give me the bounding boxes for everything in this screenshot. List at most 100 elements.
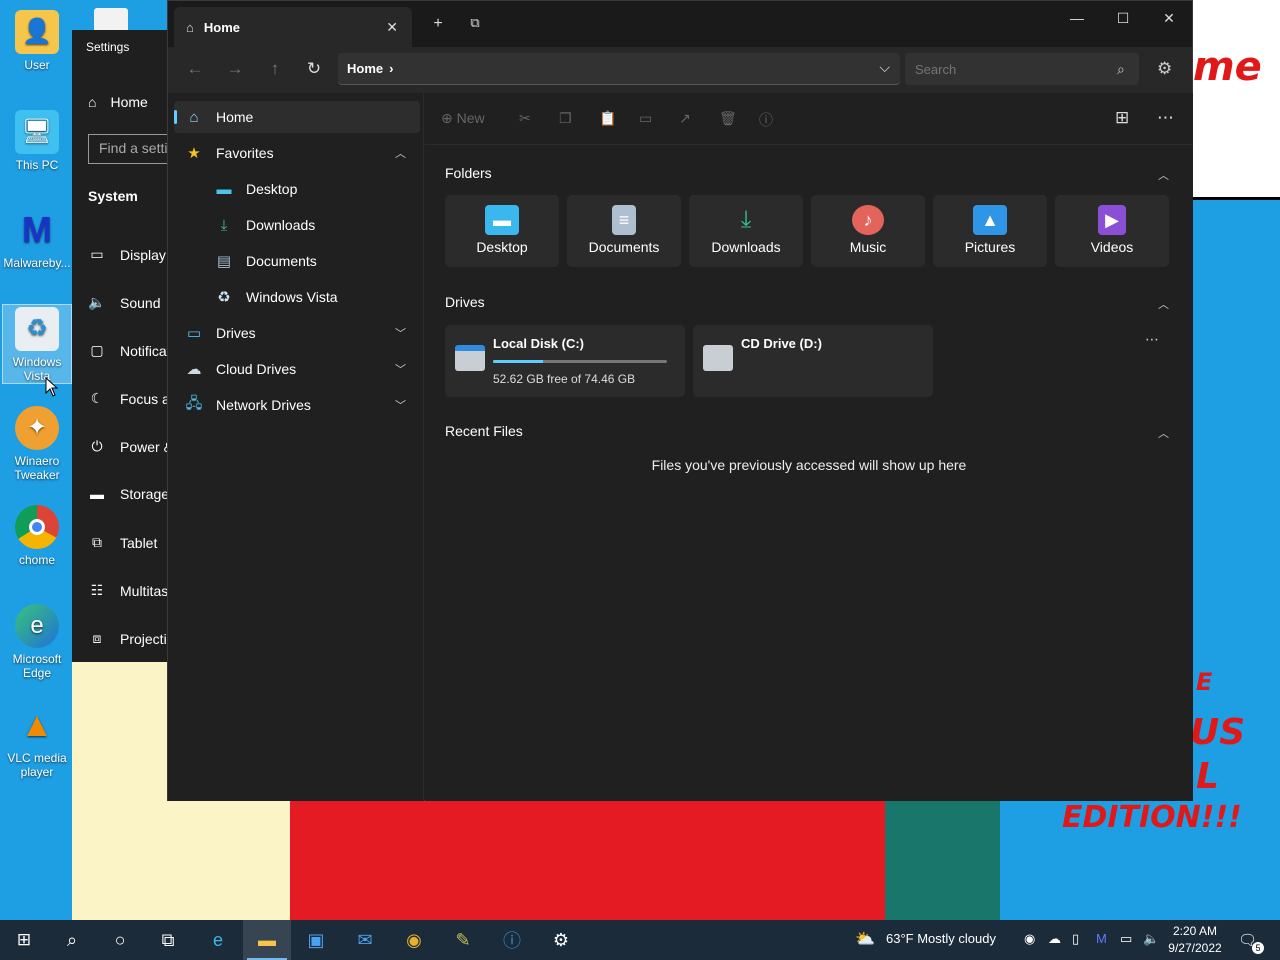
- gear-icon[interactable]: ⚙: [1157, 59, 1172, 79]
- sidebar-item-home[interactable]: ⌂ Home: [174, 101, 420, 133]
- malwarebytes-tray-icon[interactable]: M: [1096, 931, 1107, 946]
- taskbar-files[interactable]: ▬: [243, 920, 291, 960]
- cut-icon[interactable]: ✂: [519, 110, 531, 127]
- drive-card-d[interactable]: CD Drive (D:): [693, 325, 933, 397]
- volume-icon[interactable]: 🔈: [1143, 931, 1159, 947]
- desktop-file-icon[interactable]: [94, 8, 128, 30]
- settings-item-sound[interactable]: 🔈 Sound: [88, 294, 160, 311]
- tab-actions-button[interactable]: ⧉: [465, 15, 485, 31]
- desktop-icon-this-pc[interactable]: 🖥 This PC: [2, 110, 72, 172]
- refresh-button[interactable]: ↻: [303, 59, 325, 79]
- desktop-icon-label: Malwareby...: [3, 256, 71, 270]
- chevron-up-icon[interactable]: ︿: [1158, 425, 1169, 441]
- desktop-icon-vlc[interactable]: ▲ VLC media player: [2, 703, 72, 779]
- taskbar-store[interactable]: ▣: [292, 920, 340, 960]
- search-button[interactable]: ⌕: [48, 920, 96, 960]
- taskbar-app[interactable]: ✎: [439, 920, 487, 960]
- sidebar-item-drives[interactable]: ▭ Drives ﹀: [174, 317, 420, 349]
- chevron-down-icon[interactable]: ﹀: [395, 325, 406, 341]
- tab-home[interactable]: ⌂ Home ✕: [174, 7, 412, 47]
- more-options-icon[interactable]: ⋯: [1157, 108, 1174, 128]
- chevron-up-icon[interactable]: ︿: [1158, 167, 1169, 183]
- desktop-icon-windows-vista[interactable]: ♻ Windows Vista: [2, 304, 72, 384]
- desktop-icon-chrome[interactable]: chome: [2, 505, 72, 567]
- notification-count-badge: 5: [1252, 942, 1264, 954]
- title-bar[interactable]: ⌂ Home ✕ + ⧉ — ☐ ✕: [168, 1, 1192, 47]
- search-icon[interactable]: ⌕: [1117, 61, 1125, 78]
- desktop-icon-edge[interactable]: e Microsoft Edge: [2, 604, 72, 680]
- maximize-button[interactable]: ☐: [1100, 7, 1146, 31]
- sidebar-item-favorites[interactable]: ★ Favorites ︿: [174, 137, 420, 169]
- folder-card-videos[interactable]: ▶ Videos: [1055, 195, 1169, 267]
- breadcrumb-home[interactable]: Home: [347, 61, 383, 76]
- sidebar-item-network-drives[interactable]: 🖧 Network Drives ﹀: [174, 389, 420, 421]
- settings-item-storage[interactable]: ▬ Storage: [88, 486, 169, 502]
- up-button[interactable]: ↑: [264, 59, 286, 79]
- close-window-button[interactable]: ✕: [1146, 7, 1192, 31]
- cloud-off-icon[interactable]: ☁: [1048, 931, 1061, 947]
- chevron-down-icon[interactable]: ﹀: [395, 397, 406, 413]
- sidebar-item-documents[interactable]: ▤ Documents: [174, 245, 420, 277]
- back-button[interactable]: ←: [184, 59, 206, 79]
- drive-icon: ▭: [186, 325, 202, 342]
- folder-card-downloads[interactable]: ⤓ Downloads: [689, 195, 803, 267]
- folder-card-pictures[interactable]: ▲ Pictures: [933, 195, 1047, 267]
- wallpaper-text: US: [1190, 712, 1246, 753]
- start-button[interactable]: ⊞: [0, 920, 48, 960]
- new-button[interactable]: ⊕ New: [441, 110, 485, 127]
- sidebar-item-cloud-drives[interactable]: ☁ Cloud Drives ﹀: [174, 353, 420, 385]
- task-view-button[interactable]: ⧉: [144, 920, 192, 960]
- taskbar-settings[interactable]: ⚙: [537, 920, 585, 960]
- sidebar-item-windows-vista[interactable]: ♻ Windows Vista: [174, 281, 420, 313]
- new-tab-button[interactable]: +: [428, 15, 448, 33]
- chevron-up-icon[interactable]: ︿: [395, 145, 406, 161]
- share-icon[interactable]: ↗: [679, 110, 691, 127]
- copy-icon[interactable]: ❐: [559, 110, 572, 127]
- settings-home-link[interactable]: ⌂ Home: [88, 94, 148, 110]
- layout-icon[interactable]: ⊞: [1115, 108, 1129, 128]
- taskbar-info-app[interactable]: ⓘ: [488, 920, 536, 960]
- taskbar-chrome[interactable]: ◉: [390, 920, 438, 960]
- taskbar: ⊞ ⌕ ○ ⧉ e ▬ ▣ ✉ ◉ ✎ ⓘ ⚙ ⛅ 63°F Mostly cl…: [0, 920, 1280, 960]
- this-pc-icon: 🖥: [15, 110, 59, 154]
- settings-home-label: Home: [110, 94, 148, 110]
- drive-card-c[interactable]: Local Disk (C:) 52.62 GB free of 74.46 G…: [445, 325, 685, 397]
- desktop-icon-user[interactable]: 👤 User: [2, 10, 72, 72]
- weather-text[interactable]: 63°F Mostly cloudy: [886, 931, 996, 946]
- weather-icon[interactable]: ⛅: [855, 929, 875, 949]
- taskbar-mail[interactable]: ✉: [341, 920, 389, 960]
- home-icon: ⌂: [186, 19, 194, 35]
- desktop-icon-malwarebytes[interactable]: M Malwareby...: [2, 208, 72, 271]
- folder-label: Music: [849, 239, 887, 255]
- settings-item-tablet[interactable]: ⧉ Tablet: [88, 534, 157, 551]
- battery-icon[interactable]: ▯: [1072, 931, 1079, 947]
- delete-icon[interactable]: 🗑: [719, 110, 737, 127]
- clock[interactable]: 2:20 AM 9/27/2022: [1166, 923, 1224, 957]
- address-bar[interactable]: Home › ⌵: [338, 53, 900, 85]
- sidebar-item-downloads[interactable]: ⤓ Downloads: [174, 209, 420, 241]
- folder-card-desktop[interactable]: ▬ Desktop: [445, 195, 559, 267]
- paste-icon[interactable]: 📋: [599, 110, 616, 127]
- properties-icon[interactable]: ⓘ: [759, 110, 773, 130]
- chevron-down-icon[interactable]: ﹀: [395, 361, 406, 377]
- cortana-button[interactable]: ○: [96, 920, 144, 960]
- close-tab-icon[interactable]: ✕: [386, 19, 398, 36]
- forward-button[interactable]: →: [224, 59, 246, 79]
- taskbar-edge[interactable]: e: [194, 920, 242, 960]
- folder-label: Videos: [1090, 239, 1134, 255]
- chevron-up-icon[interactable]: ︿: [1158, 296, 1169, 312]
- folder-card-music[interactable]: ♪ Music: [811, 195, 925, 267]
- rename-icon[interactable]: ▭: [639, 110, 652, 127]
- sidebar-item-label: Windows Vista: [246, 289, 338, 305]
- desktop-icon-winaero[interactable]: ✦ Winaero Tweaker: [2, 406, 72, 482]
- network-icon[interactable]: ▭: [1120, 931, 1132, 947]
- settings-item-display[interactable]: ▭ Display: [88, 246, 166, 263]
- folder-card-documents[interactable]: ≡ Documents: [567, 195, 681, 267]
- search-input[interactable]: [905, 53, 1139, 85]
- drives-more-icon[interactable]: ⋯: [1145, 331, 1159, 348]
- sidebar-item-desktop[interactable]: ▬ Desktop: [174, 173, 420, 205]
- record-icon[interactable]: ◉: [1024, 931, 1035, 947]
- new-button-label: New: [456, 110, 485, 126]
- chevron-down-icon[interactable]: ⌵: [879, 59, 890, 76]
- minimize-button[interactable]: —: [1054, 7, 1100, 31]
